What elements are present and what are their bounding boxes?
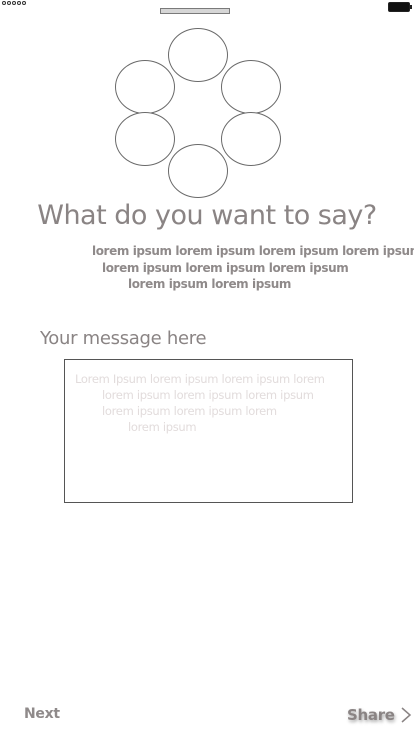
message-textarea[interactable]: Lorem Ipsum lorem ipsum lorem ipsum lore… — [64, 359, 353, 503]
petal-top — [168, 28, 228, 82]
message-label: Your message here — [40, 328, 207, 349]
battery-icon — [388, 2, 412, 12]
chevron-right-icon — [401, 707, 411, 723]
share-label: Share — [347, 706, 395, 724]
petal-bottom — [168, 144, 228, 198]
petal-upper-right — [221, 60, 281, 114]
placeholder-line-3: lorem ipsum lorem ipsum lorem — [102, 404, 277, 418]
next-button[interactable]: Next — [24, 706, 60, 722]
placeholder-line-1: Lorem Ipsum lorem ipsum lorem ipsum lore… — [75, 372, 325, 386]
subtitle-line-3: lorem ipsum lorem ipsum — [128, 277, 291, 291]
subtitle-line-2: lorem ipsum lorem ipsum lorem ipsum — [102, 261, 349, 275]
placeholder-line-4: lorem ipsum — [128, 420, 197, 434]
petal-upper-left — [115, 60, 175, 114]
page-title: What do you want to say? — [37, 200, 377, 231]
speaker-bar — [160, 8, 230, 14]
signal-dots-icon — [2, 1, 26, 5]
placeholder-line-2: lorem ipsum lorem ipsum lorem ipsum — [102, 388, 314, 402]
petal-lower-left — [115, 112, 175, 166]
share-button[interactable]: Share — [347, 706, 413, 724]
subtitle-line-1: lorem ipsum lorem ipsum lorem ipsum lore… — [92, 244, 414, 258]
petal-lower-right — [221, 112, 281, 166]
